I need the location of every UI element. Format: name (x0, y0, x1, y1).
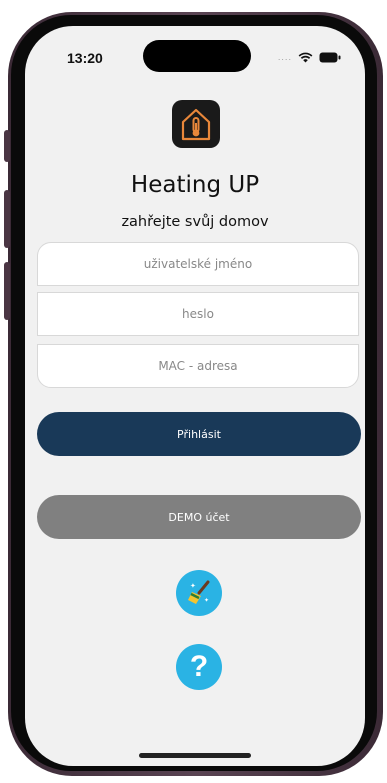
wifi-icon (298, 52, 313, 63)
username-field[interactable]: uživatelské jméno (37, 242, 359, 286)
action-button (4, 130, 10, 162)
password-placeholder: heslo (182, 307, 214, 321)
status-icons: .... (278, 52, 341, 63)
svg-text:✦: ✦ (190, 582, 196, 590)
mac-placeholder: MAC - adresa (158, 359, 238, 373)
mac-address-field[interactable]: MAC - adresa (37, 344, 359, 388)
volume-up-button (4, 190, 10, 248)
help-button[interactable]: ? (176, 644, 222, 690)
house-thermometer-icon (181, 108, 211, 141)
login-button[interactable]: Přihlásit (37, 412, 361, 456)
dynamic-island (143, 40, 251, 72)
app-logo (172, 100, 220, 148)
signal-dots: .... (277, 53, 292, 62)
demo-label: DEMO účet (168, 510, 230, 524)
volume-down-button (4, 262, 10, 320)
help-icon: ? (189, 650, 209, 683)
battery-icon (319, 52, 341, 63)
app-subtitle: zahřejte svůj domov (121, 214, 269, 230)
home-indicator[interactable] (139, 753, 251, 758)
username-placeholder: uživatelské jméno (143, 257, 253, 271)
status-time: 13:20 (67, 50, 103, 66)
clear-button[interactable]: ✦ ✦ (176, 570, 222, 616)
login-label: Přihlásit (177, 427, 221, 441)
broom-icon: ✦ ✦ (188, 580, 210, 604)
app-title: Heating UP (130, 172, 260, 198)
password-field[interactable]: heslo (37, 292, 359, 336)
demo-account-button[interactable]: DEMO účet (37, 495, 361, 539)
screen: 13:20 .... Heating UP zahřejte svůj domo… (25, 26, 365, 766)
svg-text:✦: ✦ (204, 597, 209, 604)
